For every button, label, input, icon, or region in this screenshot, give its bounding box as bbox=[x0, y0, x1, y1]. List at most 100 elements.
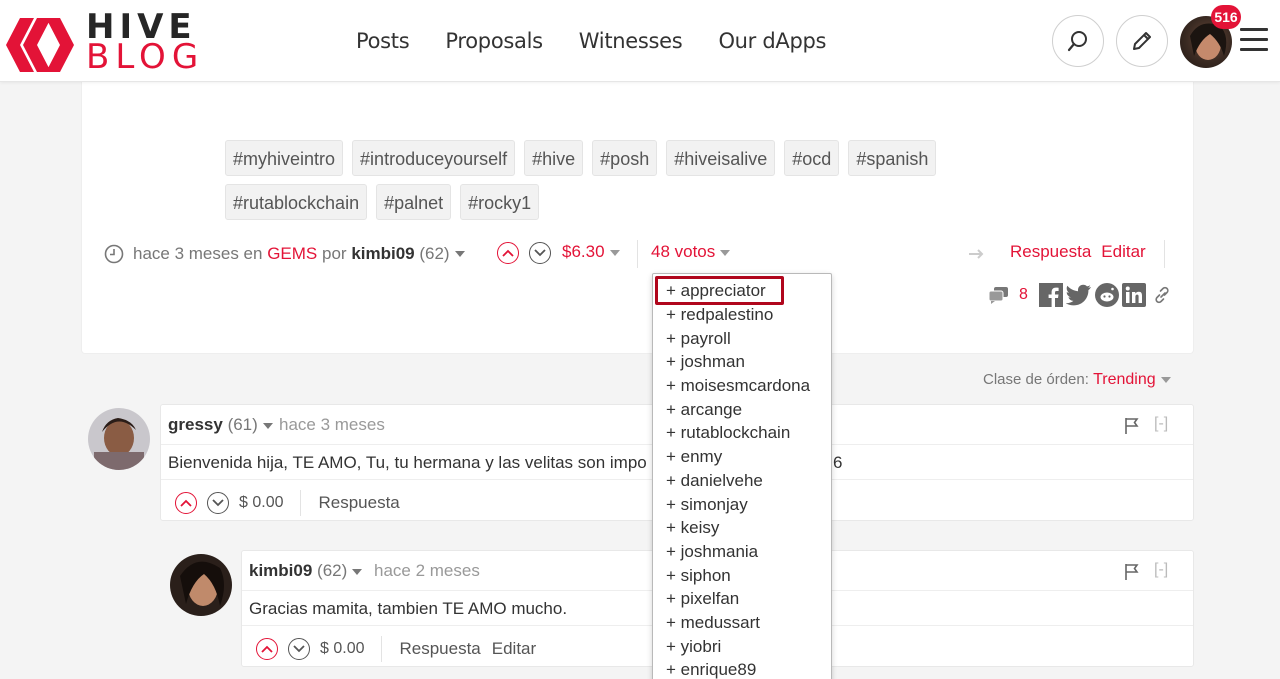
tag-spanish[interactable]: #spanish bbox=[848, 140, 937, 176]
sort-label: Clase de órden: bbox=[983, 371, 1089, 388]
tag-posh[interactable]: #posh bbox=[592, 140, 658, 176]
post-author-link[interactable]: kimbi09 bbox=[351, 244, 414, 264]
tag-rocky1[interactable]: #rocky1 bbox=[460, 184, 540, 220]
voter-item[interactable]: + siphon bbox=[666, 565, 731, 587]
top-header: HIVE BLOG Posts Proposals Witnesses Our … bbox=[0, 0, 1280, 82]
comment-body: Gracias mamita, tambien TE AMO mucho. bbox=[249, 599, 567, 619]
comment-text: Gracias mamita, tambien TE AMO mucho. bbox=[249, 599, 568, 618]
voter-item[interactable]: + redpalestino bbox=[666, 304, 773, 326]
search-icon bbox=[1067, 31, 1087, 52]
voters-dropdown: + appreciator + redpalestino + payroll +… bbox=[652, 273, 832, 679]
avatar-image bbox=[88, 408, 150, 470]
nav-witnesses[interactable]: Witnesses bbox=[579, 29, 683, 53]
sort-select[interactable]: Trending bbox=[1093, 371, 1156, 388]
voter-item[interactable]: + simonjay bbox=[666, 494, 748, 516]
voter-item[interactable]: + payroll bbox=[666, 328, 731, 350]
voter-item[interactable]: + moisesmcardona bbox=[666, 375, 810, 397]
voter-item[interactable]: + danielvehe bbox=[666, 470, 763, 492]
author-menu-caret[interactable] bbox=[454, 251, 465, 257]
post-actions: Respuesta Editar bbox=[967, 242, 1146, 262]
comment-author-caret[interactable] bbox=[262, 422, 273, 429]
linkedin-icon[interactable] bbox=[1121, 283, 1146, 307]
post-community-link[interactable]: GEMS bbox=[267, 244, 317, 264]
chevron-down-icon bbox=[212, 499, 224, 507]
tag-hiveisalive[interactable]: #hiveisalive bbox=[666, 140, 776, 176]
notification-badge[interactable]: 516 bbox=[1211, 5, 1241, 29]
collapse-button[interactable]: [-] bbox=[1154, 561, 1168, 579]
chevron-up-icon bbox=[261, 645, 273, 653]
voter-item[interactable]: + arcange bbox=[666, 399, 742, 421]
voter-item[interactable]: + joshman bbox=[666, 351, 745, 373]
footer-divider bbox=[381, 636, 383, 662]
hive-logo-icon bbox=[6, 18, 74, 72]
tag-ocd[interactable]: #ocd bbox=[784, 140, 840, 176]
footer-divider bbox=[300, 490, 302, 516]
tag-hive[interactable]: #hive bbox=[524, 140, 584, 176]
voter-item[interactable]: + pixelfan bbox=[666, 588, 739, 610]
link-icon[interactable] bbox=[1153, 285, 1171, 305]
facebook-icon[interactable] bbox=[1038, 283, 1063, 307]
comment-edit-link[interactable]: Editar bbox=[492, 639, 536, 659]
nav-our-dapps[interactable]: Our dApps bbox=[718, 29, 826, 53]
post-edit-link[interactable]: Editar bbox=[1101, 242, 1145, 262]
sort-caret[interactable] bbox=[1160, 377, 1171, 384]
post-payout[interactable]: $6.30 bbox=[562, 242, 620, 262]
comment-username: kimbi09 bbox=[249, 561, 313, 580]
sort-order: Clase de órden: Trending bbox=[983, 371, 1171, 389]
comment-reply-link[interactable]: Respuesta bbox=[399, 639, 480, 659]
write-post-button[interactable] bbox=[1116, 15, 1168, 67]
pencil-icon bbox=[1133, 32, 1151, 50]
comment-rep: (62) bbox=[317, 561, 348, 580]
post-reply-link[interactable]: Respuesta bbox=[1010, 242, 1091, 262]
nav-proposals[interactable]: Proposals bbox=[445, 29, 543, 53]
upvote-button[interactable] bbox=[175, 492, 197, 514]
comment-author[interactable]: kimbi09 (62) bbox=[249, 561, 363, 581]
comment-author[interactable]: gressy (61) bbox=[168, 415, 273, 435]
post-time: hace 3 meses en bbox=[133, 244, 263, 263]
comment-author-caret[interactable] bbox=[352, 568, 363, 575]
downvote-button[interactable] bbox=[529, 242, 551, 264]
chevron-down-icon bbox=[534, 249, 546, 257]
votes-count: 48 votos bbox=[651, 242, 716, 261]
post-by: por bbox=[322, 244, 347, 263]
tag-myhiveintro[interactable]: #myhiveintro bbox=[225, 140, 344, 176]
voter-item[interactable]: + keisy bbox=[666, 517, 719, 539]
collapse-button[interactable]: [-] bbox=[1154, 415, 1168, 433]
comment-time[interactable]: hace 3 meses bbox=[279, 415, 385, 435]
voter-item[interactable]: + enrique89 bbox=[666, 659, 756, 679]
downvote-button[interactable] bbox=[288, 638, 310, 660]
hive-blog-logo[interactable]: HIVE BLOG bbox=[6, 10, 206, 77]
upvote-button[interactable] bbox=[256, 638, 278, 660]
voter-item[interactable]: + joshmania bbox=[666, 541, 758, 563]
comment-time[interactable]: hace 2 meses bbox=[374, 561, 480, 581]
logo-line-2: BLOG bbox=[86, 37, 205, 77]
flag-icon[interactable] bbox=[1124, 417, 1140, 435]
share-row: 8 bbox=[988, 283, 1171, 307]
votes-toggle[interactable]: 48 votos bbox=[651, 242, 731, 262]
voter-item[interactable]: + rutablockchain bbox=[666, 422, 790, 444]
reblog-icon[interactable] bbox=[967, 244, 987, 260]
comment-payout[interactable]: $ 0.00 bbox=[239, 494, 283, 512]
search-button[interactable] bbox=[1052, 15, 1104, 67]
upvote-button[interactable] bbox=[497, 242, 519, 264]
comment-avatar-gressy[interactable] bbox=[88, 408, 150, 470]
post-payout-value: $6.30 bbox=[562, 242, 605, 261]
voter-item[interactable]: + medussart bbox=[666, 612, 760, 634]
nav-posts[interactable]: Posts bbox=[356, 29, 410, 53]
downvote-button[interactable] bbox=[207, 492, 229, 514]
reddit-icon[interactable] bbox=[1094, 283, 1119, 307]
tag-palnet[interactable]: #palnet bbox=[376, 184, 452, 220]
hamburger-icon[interactable] bbox=[1240, 28, 1268, 52]
twitter-icon[interactable] bbox=[1065, 284, 1092, 306]
comment-reply-link[interactable]: Respuesta bbox=[318, 493, 399, 513]
flag-icon[interactable] bbox=[1124, 563, 1140, 581]
comment-count[interactable]: 8 bbox=[1019, 286, 1028, 304]
tag-introduceyourself[interactable]: #introduceyourself bbox=[352, 140, 516, 176]
comment-avatar-kimbi09[interactable] bbox=[170, 554, 232, 616]
voter-item[interactable]: + enmy bbox=[666, 446, 722, 468]
voter-item[interactable]: + yiobri bbox=[666, 636, 721, 658]
comment-payout[interactable]: $ 0.00 bbox=[320, 640, 364, 658]
comments-icon[interactable] bbox=[988, 285, 1010, 305]
tag-rutablockchain[interactable]: #rutablockchain bbox=[225, 184, 368, 220]
meta-divider bbox=[637, 240, 638, 268]
